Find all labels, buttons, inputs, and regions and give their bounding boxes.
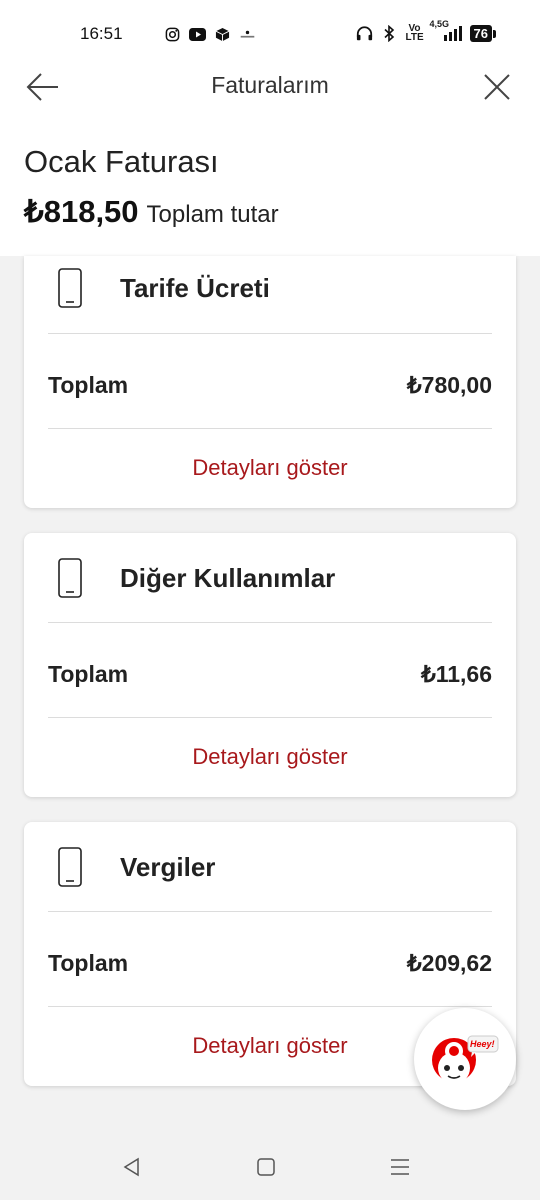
volte-indicator: Vo LTE bbox=[405, 23, 424, 43]
system-home-button[interactable] bbox=[254, 1155, 278, 1179]
close-button[interactable] bbox=[478, 68, 516, 106]
bill-total: ₺818,50 Toplam tutar bbox=[24, 194, 279, 230]
bill-section-card: Tarife Ücreti Toplam ₺780,00 Detayları g… bbox=[24, 256, 516, 508]
nav-bar: Faturalarım bbox=[0, 62, 540, 110]
square-home-icon bbox=[257, 1158, 275, 1176]
show-details-button[interactable]: Detayları göster bbox=[24, 429, 516, 507]
phone-icon bbox=[58, 268, 82, 308]
page-title: Faturalarım bbox=[211, 72, 329, 98]
system-navigation-bar bbox=[0, 1133, 540, 1200]
card-total-row: Toplam ₺209,62 bbox=[48, 912, 492, 1007]
card-title: Tarife Ücreti bbox=[120, 273, 270, 303]
card-header: Tarife Ücreti bbox=[48, 256, 492, 334]
youtube-icon bbox=[189, 26, 206, 43]
bluetooth-icon bbox=[381, 24, 398, 42]
hamburger-menu-icon bbox=[391, 1159, 409, 1175]
card-title: Diğer Kullanımlar bbox=[120, 563, 336, 593]
signal-icon: 4,5G bbox=[430, 19, 462, 42]
status-time: 16:51 bbox=[80, 24, 123, 43]
system-back-button[interactable] bbox=[120, 1155, 144, 1179]
show-details-label: Detayları göster bbox=[192, 455, 348, 480]
bill-amount: ₺818,50 bbox=[24, 194, 139, 229]
store-app-icon bbox=[239, 26, 256, 43]
chat-bubble-text: Heey! bbox=[470, 1039, 495, 1049]
headphones-icon bbox=[356, 25, 373, 42]
card-header: Diğer Kullanımlar bbox=[48, 533, 492, 623]
bill-section-card: Diğer Kullanımlar Toplam ₺11,66 Detaylar… bbox=[24, 533, 516, 797]
battery-indicator: 76 bbox=[469, 24, 497, 42]
show-details-button[interactable]: Detayları göster bbox=[24, 718, 516, 796]
close-icon bbox=[484, 74, 510, 100]
card-header: Vergiler bbox=[48, 822, 492, 912]
total-label: Toplam bbox=[48, 950, 129, 976]
card-title: Vergiler bbox=[120, 852, 216, 882]
phone-icon bbox=[58, 558, 82, 598]
system-status-icons: Vo LTE 4,5G 76 bbox=[356, 19, 497, 43]
box-icon bbox=[214, 26, 231, 43]
card-total-row: Toplam ₺780,00 bbox=[48, 334, 492, 429]
notification-icons bbox=[164, 26, 256, 43]
assistant-mascot-icon bbox=[432, 1035, 499, 1084]
status-bar: 16:51 Vo LTE 4,5G 76 bbox=[0, 0, 540, 62]
total-value: ₺780,00 bbox=[407, 372, 492, 398]
phone-icon bbox=[58, 847, 82, 887]
instagram-icon bbox=[164, 26, 181, 43]
chat-assistant-button[interactable]: Heey! bbox=[414, 1008, 516, 1110]
system-menu-button[interactable] bbox=[388, 1155, 412, 1179]
bill-title: Ocak Faturası bbox=[24, 144, 219, 179]
total-value: ₺11,66 bbox=[421, 661, 492, 687]
total-value: ₺209,62 bbox=[407, 950, 492, 976]
show-details-label: Detayları göster bbox=[192, 744, 348, 769]
network-type-label: 4,5G bbox=[429, 18, 450, 29]
total-label: Toplam bbox=[48, 372, 129, 398]
bill-header: Ocak Faturası ₺818,50 Toplam tutar bbox=[0, 110, 540, 256]
card-total-row: Toplam ₺11,66 bbox=[48, 623, 492, 718]
triangle-back-icon bbox=[123, 1157, 139, 1177]
total-label: Toplam bbox=[48, 661, 129, 687]
bill-amount-label: Toplam tutar bbox=[146, 201, 279, 228]
